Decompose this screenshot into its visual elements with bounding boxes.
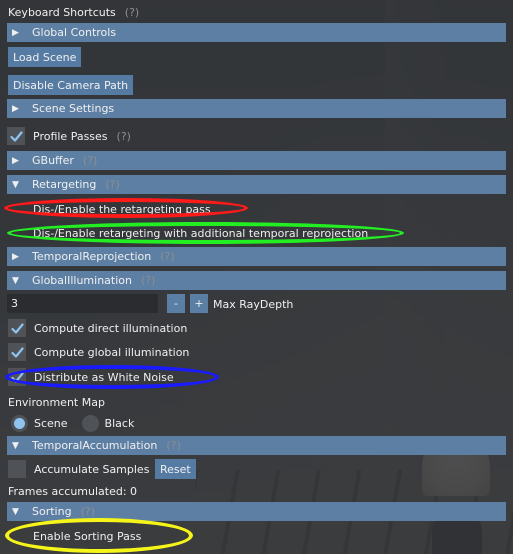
distribute-white-noise-row[interactable]: Distribute as White Noise bbox=[8, 367, 174, 387]
section-label: Sorting bbox=[32, 505, 72, 518]
environment-map-options: Scene Black bbox=[11, 413, 134, 433]
enable-sorting-pass-label: Enable Sorting Pass bbox=[33, 529, 142, 543]
profile-passes-checkbox[interactable] bbox=[7, 127, 25, 145]
compute-direct-label: Compute direct illumination bbox=[34, 321, 188, 335]
frames-accumulated-text: Frames accumulated: 0 bbox=[8, 484, 138, 498]
load-scene-button[interactable]: Load Scene bbox=[8, 47, 82, 67]
section-global-illumination[interactable]: ▼ GlobalIllumination (?) bbox=[7, 271, 506, 290]
help-icon[interactable]: (?) bbox=[166, 439, 180, 452]
checkmark-icon bbox=[10, 322, 24, 334]
checkmark-icon bbox=[10, 346, 24, 358]
triangle-right-icon: ▶ bbox=[12, 27, 19, 38]
help-icon[interactable]: (?) bbox=[81, 505, 95, 518]
help-icon[interactable]: (?) bbox=[160, 250, 174, 263]
keyboard-shortcuts-label: Keyboard Shortcuts bbox=[8, 5, 116, 19]
triangle-down-icon: ▼ bbox=[12, 179, 19, 190]
help-icon[interactable]: (?) bbox=[105, 178, 119, 191]
checkmark-icon bbox=[10, 371, 24, 383]
section-label: Scene Settings bbox=[32, 102, 115, 115]
checkmark-icon bbox=[9, 130, 23, 142]
section-label: GlobalIllumination bbox=[32, 274, 132, 287]
compute-direct-checkbox[interactable] bbox=[8, 319, 26, 337]
environment-map-label: Environment Map bbox=[8, 395, 105, 409]
radio-scene-label: Scene bbox=[34, 416, 68, 430]
triangle-down-icon: ▼ bbox=[12, 275, 19, 286]
section-label: TemporalAccumulation bbox=[32, 439, 158, 452]
compute-global-checkbox[interactable] bbox=[8, 343, 26, 361]
settings-panel: Keyboard Shortcuts (?) ▶ Global Controls… bbox=[0, 0, 513, 554]
max-ray-depth-input[interactable]: 3 bbox=[7, 294, 158, 313]
decrement-button[interactable]: - bbox=[167, 294, 185, 313]
max-ray-depth-value: 3 bbox=[11, 297, 18, 310]
accumulate-samples-checkbox[interactable] bbox=[8, 460, 26, 478]
distribute-white-noise-label: Distribute as White Noise bbox=[34, 370, 174, 384]
retargeting-toggle-pass[interactable]: Dis-/Enable the retargeting pass bbox=[33, 199, 211, 219]
radio-black-label: Black bbox=[104, 416, 135, 430]
compute-global-row[interactable]: Compute global illumination bbox=[8, 342, 189, 362]
max-ray-depth-row: Max RayDepth bbox=[213, 294, 293, 314]
frames-accumulated-row: Frames accumulated: 0 bbox=[8, 481, 137, 501]
retargeting-toggle-temporal[interactable]: Dis-/Enable retargeting with additional … bbox=[33, 223, 368, 243]
help-icon[interactable]: (?) bbox=[141, 274, 155, 287]
reset-button[interactable]: Reset bbox=[155, 459, 196, 479]
section-label: Retargeting bbox=[32, 178, 97, 191]
section-label: GBuffer bbox=[32, 154, 74, 167]
retargeting-toggle-temporal-label: Dis-/Enable retargeting with additional … bbox=[33, 226, 369, 240]
triangle-down-icon: ▼ bbox=[12, 506, 19, 517]
section-label: Global Controls bbox=[32, 26, 117, 39]
section-temporal-reprojection[interactable]: ▶ TemporalReprojection (?) bbox=[7, 247, 506, 266]
section-temporal-accumulation[interactable]: ▼ TemporalAccumulation (?) bbox=[7, 436, 506, 455]
triangle-right-icon: ▶ bbox=[12, 251, 19, 262]
help-icon[interactable]: (?) bbox=[125, 6, 139, 19]
accumulate-samples-label: Accumulate Samples bbox=[34, 462, 150, 476]
profile-passes-label: Profile Passes bbox=[33, 129, 108, 143]
triangle-down-icon: ▼ bbox=[12, 440, 19, 451]
profile-passes-row[interactable]: Profile Passes (?) bbox=[7, 126, 131, 146]
section-retargeting[interactable]: ▼ Retargeting (?) bbox=[7, 175, 506, 194]
max-ray-depth-label: Max RayDepth bbox=[213, 297, 294, 311]
section-sorting[interactable]: ▼ Sorting (?) bbox=[7, 502, 506, 521]
triangle-right-icon: ▶ bbox=[12, 155, 19, 166]
radio-black[interactable] bbox=[81, 414, 99, 432]
section-gbuffer[interactable]: ▶ GBuffer (?) bbox=[7, 151, 506, 170]
enable-sorting-pass[interactable]: Enable Sorting Pass bbox=[33, 526, 141, 546]
retargeting-toggle-pass-label: Dis-/Enable the retargeting pass bbox=[33, 202, 211, 216]
increment-button[interactable]: + bbox=[190, 294, 208, 313]
compute-direct-row[interactable]: Compute direct illumination bbox=[8, 318, 187, 338]
accumulate-samples-row[interactable]: Accumulate Samples bbox=[8, 459, 149, 479]
environment-map-row: Environment Map bbox=[8, 392, 105, 412]
distribute-white-noise-checkbox[interactable] bbox=[8, 368, 26, 386]
keyboard-shortcuts-row: Keyboard Shortcuts (?) bbox=[8, 2, 139, 22]
disable-camera-path-button[interactable]: Disable Camera Path bbox=[8, 75, 134, 95]
help-icon[interactable]: (?) bbox=[83, 154, 97, 167]
section-scene-settings[interactable]: ▶ Scene Settings bbox=[7, 99, 506, 118]
triangle-right-icon: ▶ bbox=[12, 103, 19, 114]
section-global-controls[interactable]: ▶ Global Controls bbox=[7, 23, 506, 42]
radio-selected-dot bbox=[14, 417, 25, 429]
section-label: TemporalReprojection bbox=[32, 250, 152, 263]
compute-global-label: Compute global illumination bbox=[34, 345, 190, 359]
radio-scene[interactable] bbox=[11, 414, 28, 432]
help-icon[interactable]: (?) bbox=[117, 130, 131, 143]
